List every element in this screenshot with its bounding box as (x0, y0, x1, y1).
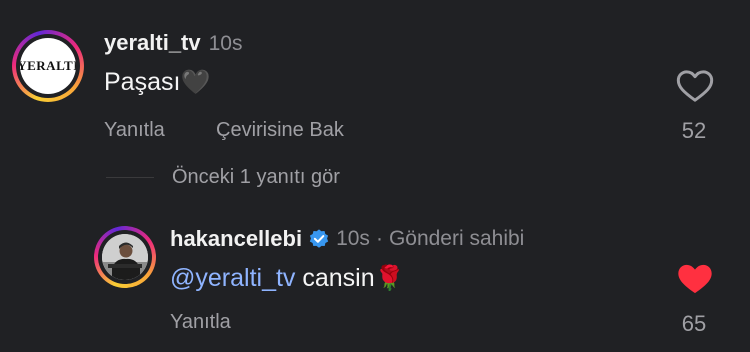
timestamp: 10s (336, 227, 370, 250)
post-owner-label: Gönderi sahibi (388, 227, 525, 250)
emoji: 🌹 (374, 265, 405, 292)
avatar-logo-text: YERALTI (20, 58, 76, 73)
reply-header: hakancellebi 10s · Gönderi sahibi (170, 226, 524, 252)
reply-button[interactable]: Yanıtla (104, 119, 165, 142)
verified-badge-icon (308, 228, 330, 250)
person-photo-icon (102, 234, 148, 280)
username[interactable]: hakancellebi (170, 226, 302, 252)
avatar-yeralti-tv[interactable]: YERALTI (12, 30, 84, 102)
timestamp: 10s (208, 32, 243, 55)
liked-heart-icon[interactable] (675, 259, 715, 299)
like-heart-icon[interactable] (675, 66, 715, 106)
avatar-image (102, 234, 148, 280)
replies-divider (106, 177, 154, 178)
username[interactable]: yeralti_tv (104, 30, 201, 56)
comment-body: cansin (302, 264, 375, 292)
reply-button[interactable]: Yanıtla (170, 311, 231, 334)
avatar-image: YERALTI (20, 38, 76, 94)
avatar-hakancellebi[interactable] (94, 226, 156, 288)
comment-text: Paşası🖤 (104, 68, 210, 97)
like-count: 52 (681, 118, 707, 143)
view-previous-replies-button[interactable]: Önceki 1 yanıtı gör (172, 166, 340, 189)
comment-header: yeralti_tv 10s (104, 30, 242, 56)
emoji: 🖤 (180, 69, 211, 96)
comment-body: Paşası (104, 68, 181, 96)
mention-link[interactable]: @yeralti_tv (170, 264, 295, 292)
translate-button[interactable]: Çevirisine Bak (216, 119, 344, 142)
reply-text: @yeralti_tv cansin🌹 (170, 264, 405, 293)
meta-separator: · (375, 227, 383, 250)
like-count: 65 (681, 311, 707, 336)
